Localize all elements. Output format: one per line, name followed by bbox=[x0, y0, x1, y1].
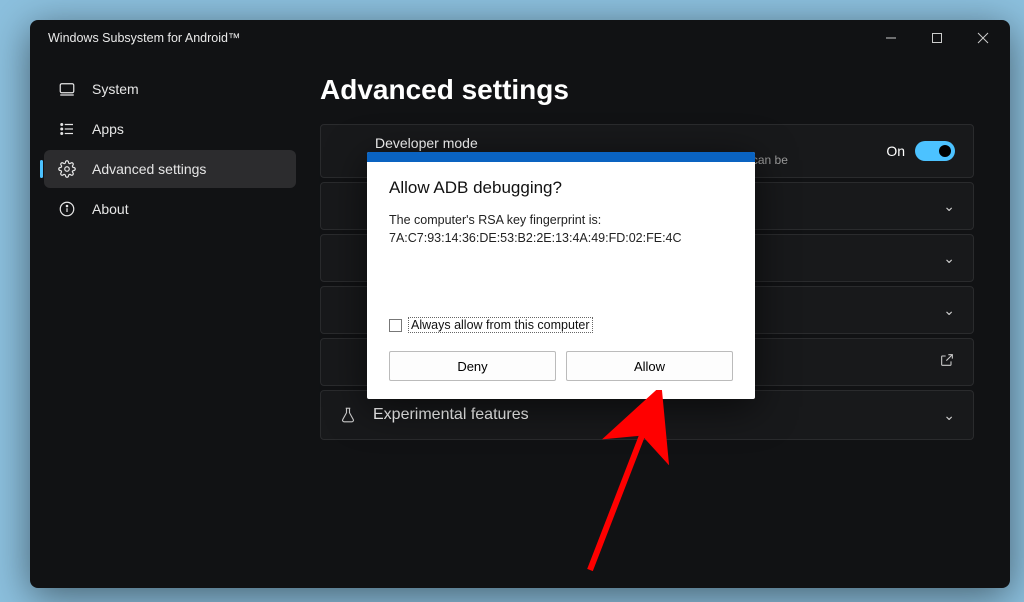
sidebar-item-apps[interactable]: Apps bbox=[44, 110, 296, 148]
sidebar-item-label: System bbox=[92, 81, 139, 97]
sidebar-item-label: About bbox=[92, 201, 129, 217]
sidebar: System Apps Advanced settings About bbox=[30, 56, 310, 588]
list-icon bbox=[58, 120, 76, 138]
maximize-button[interactable] bbox=[914, 20, 960, 56]
sidebar-item-system[interactable]: System bbox=[44, 70, 296, 108]
allow-button[interactable]: Allow bbox=[566, 351, 733, 381]
flask-icon bbox=[339, 406, 357, 424]
chevron-down-icon: ⌄ bbox=[943, 250, 955, 267]
developer-mode-label: Developer mode bbox=[375, 135, 886, 151]
adb-allow-dialog: Allow ADB debugging? The computer's RSA … bbox=[367, 152, 755, 399]
sidebar-item-about[interactable]: About bbox=[44, 190, 296, 228]
minimize-button[interactable] bbox=[868, 20, 914, 56]
always-allow-checkbox[interactable] bbox=[389, 319, 402, 332]
titlebar: Windows Subsystem for Android™ bbox=[30, 20, 1010, 56]
dialog-accent-bar bbox=[367, 152, 755, 162]
window-controls bbox=[868, 20, 1006, 56]
dialog-text-line: The computer's RSA key fingerprint is: bbox=[389, 212, 733, 230]
sidebar-item-label: Apps bbox=[92, 121, 124, 137]
toggle-state-label: On bbox=[886, 143, 905, 159]
external-link-icon bbox=[939, 352, 955, 373]
sidebar-item-label: Advanced settings bbox=[92, 161, 206, 177]
chevron-down-icon: ⌄ bbox=[943, 198, 955, 215]
always-allow-label: Always allow from this computer bbox=[408, 317, 593, 333]
dialog-title: Allow ADB debugging? bbox=[389, 178, 733, 198]
dialog-fingerprint: 7A:C7:93:14:36:DE:53:B2:2E:13:4A:49:FD:0… bbox=[389, 230, 733, 248]
close-button[interactable] bbox=[960, 20, 1006, 56]
chevron-down-icon: ⌄ bbox=[943, 302, 955, 319]
chevron-down-icon: ⌄ bbox=[943, 407, 955, 424]
gear-icon bbox=[58, 160, 76, 178]
monitor-icon bbox=[58, 80, 76, 98]
window-title: Windows Subsystem for Android™ bbox=[48, 31, 240, 45]
experimental-features-label: Experimental features bbox=[373, 406, 529, 424]
info-icon bbox=[58, 200, 76, 218]
page-title: Advanced settings bbox=[320, 74, 974, 106]
sidebar-item-advanced-settings[interactable]: Advanced settings bbox=[44, 150, 296, 188]
deny-button[interactable]: Deny bbox=[389, 351, 556, 381]
developer-mode-toggle[interactable] bbox=[915, 141, 955, 161]
